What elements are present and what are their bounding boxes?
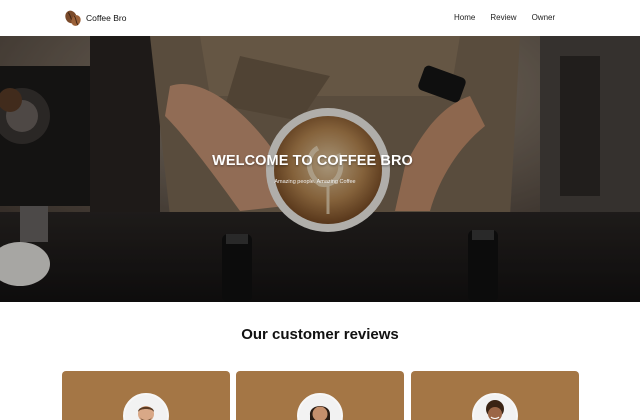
hero-title: WELCOME TO COFFEE BRO bbox=[212, 153, 413, 169]
nav-link-review[interactable]: Review bbox=[490, 13, 516, 22]
avatar bbox=[123, 393, 169, 420]
hero-subtitle: Amazing people. Amazing Coffee bbox=[274, 179, 356, 185]
hero-overlay bbox=[0, 36, 640, 302]
nav-link-owner[interactable]: Owner bbox=[532, 13, 556, 22]
coffee-beans-icon bbox=[65, 10, 81, 26]
brand[interactable]: Coffee Bro bbox=[64, 9, 126, 27]
hero-banner: WELCOME TO COFFEE BRO Amazing people. Am… bbox=[0, 36, 640, 302]
review-card bbox=[236, 371, 404, 420]
avatar bbox=[472, 393, 518, 420]
review-card bbox=[62, 371, 230, 420]
brand-name: Coffee Bro bbox=[86, 13, 127, 23]
nav-links: Home Review Owner bbox=[454, 13, 555, 22]
reviews-title: Our customer reviews bbox=[241, 326, 399, 343]
navbar: Coffee Bro Home Review Owner bbox=[0, 0, 640, 36]
review-card bbox=[411, 371, 579, 420]
nav-link-home[interactable]: Home bbox=[454, 13, 475, 22]
avatar bbox=[297, 393, 343, 420]
